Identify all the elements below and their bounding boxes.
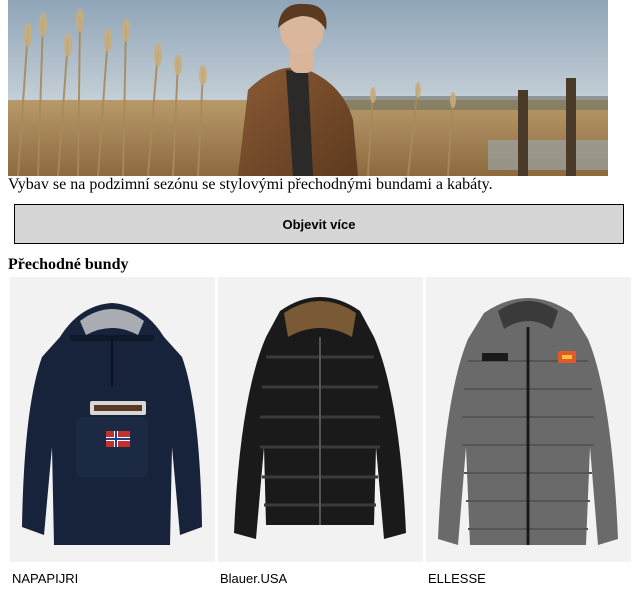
product-image[interactable]: [10, 277, 215, 562]
product-card[interactable]: Blauer.USA: [218, 277, 423, 586]
product-brand[interactable]: NAPAPIJRI: [12, 571, 215, 586]
discover-more-button[interactable]: Objevit více: [14, 204, 624, 244]
product-card[interactable]: ELLESSE: [426, 277, 631, 586]
product-image[interactable]: [218, 277, 423, 562]
product-card[interactable]: NAPAPIJRI: [10, 277, 215, 586]
page: Vybav se na podzimní sezónu se stylovými…: [0, 0, 640, 600]
product-brand[interactable]: ELLESSE: [428, 571, 631, 586]
product-image[interactable]: [426, 277, 631, 562]
product-brand[interactable]: Blauer.USA: [220, 571, 423, 586]
hero-description: Vybav se na podzimní sezónu se stylovými…: [8, 176, 493, 193]
product-grid: NAPAPIJRI Blauer.USA ELLESSE: [10, 277, 631, 586]
section-title: Přechodné bundy: [8, 256, 129, 273]
hero-image[interactable]: [8, 0, 608, 176]
